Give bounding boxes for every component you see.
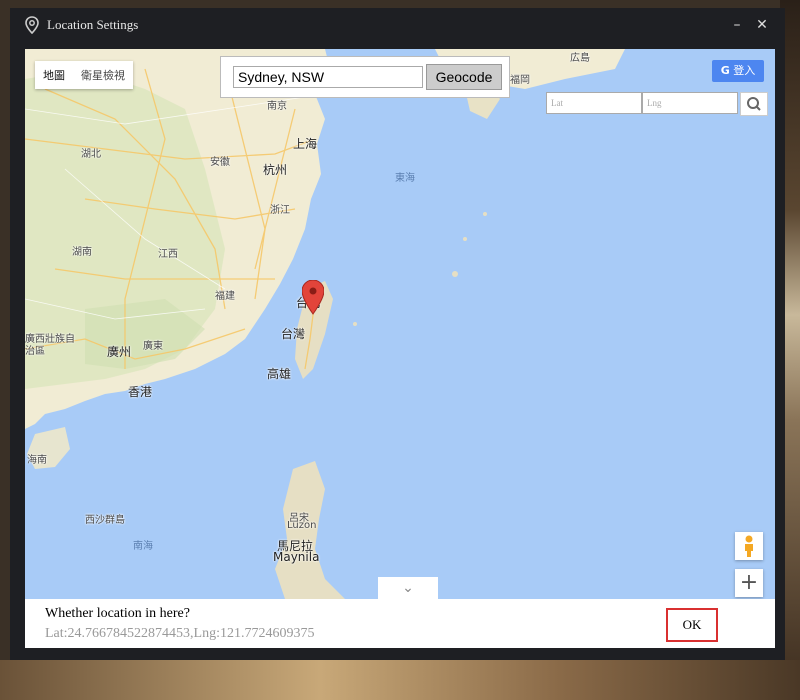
google-g-icon: G [720,64,730,77]
login-label: 登入 [733,64,756,77]
map-label-guangdong: 廣東 [143,341,163,352]
map-label-hainan: 海南 [27,455,47,466]
location-marker-icon[interactable] [302,280,324,316]
coordinates-readout: Lat:24.766784522874453,Lng:121.772460937… [45,626,315,641]
location-settings-dialog: Location Settings – ✕ 広島 福岡 南京 湖北 安徽 上海 … [10,8,785,660]
lng-input[interactable]: Lng [642,92,738,114]
map-label-hunan: 湖南 [72,247,92,258]
map-label-manila: Maynila [273,550,320,564]
minimize-button[interactable]: – [726,14,748,36]
map-canvas [25,49,775,599]
map-label-jiangxi: 江西 [158,249,178,260]
map-type-map-button[interactable]: 地圖 [35,61,73,89]
map-type-control: 地圖 衛星檢視 [35,61,133,89]
map-label-south-sea: 南海 [133,541,153,552]
map-label-fujian: 福建 [215,291,235,302]
chevron-down-icon[interactable]: ⌄ [378,577,438,599]
zoom-in-button[interactable]: + [735,569,763,597]
map-label-fukuoka: 福岡 [510,75,530,86]
map-label-hangzhou: 杭州 [263,163,288,177]
map-label-hiroshima: 広島 [570,53,590,64]
map-label-guangxi: 廣西壯族自治區 [25,334,75,357]
title-bar: Location Settings – ✕ [10,8,785,44]
map-label-shanghai: 上海 [293,137,318,151]
google-login-button[interactable]: G 登入 [712,60,764,82]
ok-button[interactable]: OK [666,608,718,642]
coordinate-search-button[interactable] [740,92,768,116]
map-label-kaohsiung: 高雄 [267,367,292,381]
window-title: Location Settings [47,17,139,32]
location-pin-icon [25,16,39,34]
location-question: Whether location in here? [45,606,190,621]
map-label-anhui: 安徽 [210,157,230,168]
map-label-xisha: 西沙群島 [85,515,125,526]
map-label-east-sea: 東海 [395,173,415,184]
map-label-hubei: 湖北 [81,149,101,160]
geocode-panel: Sydney, NSW Geocode [220,56,510,98]
map-view[interactable]: 広島 福岡 南京 湖北 安徽 上海 杭州 浙江 東海 湖南 江西 福建 廣西壯族… [25,49,775,599]
map-label-hongkong: 香港 [128,385,153,399]
map-label-guangzhou: 廣州 [107,345,132,359]
map-label-luzon: Luzon [287,520,317,531]
geocode-input[interactable]: Sydney, NSW [233,66,423,88]
map-label-zhejiang: 浙江 [270,205,290,216]
lat-input[interactable]: Lat [546,92,642,114]
geocode-button[interactable]: Geocode [426,64,502,90]
pegman-icon [745,535,753,557]
dialog-footer: Whether location in here? Lat:24.7667845… [25,599,775,648]
street-view-pegman-button[interactable] [735,532,763,560]
close-button[interactable]: ✕ [751,14,773,36]
search-icon [747,97,761,111]
background-scene-bottom [0,660,800,700]
map-type-satellite-button[interactable]: 衛星檢視 [73,61,133,89]
map-label-taiwan: 台灣 [281,327,306,341]
map-label-nanjing: 南京 [267,101,287,112]
